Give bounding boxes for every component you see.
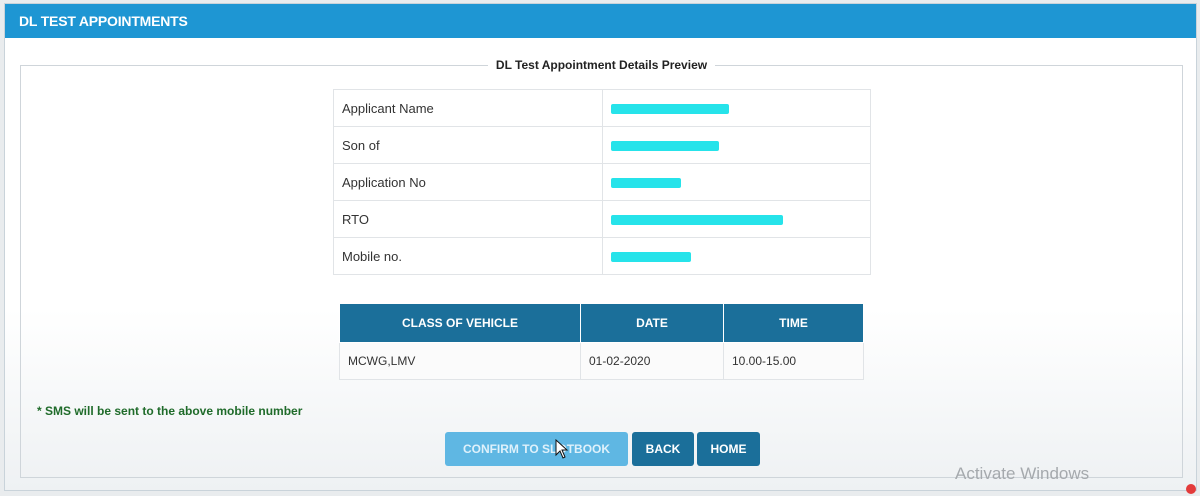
detail-label: Son of: [333, 126, 603, 164]
slot-table: CLASS OF VEHICLE DATE TIME MCWG,LMV 01-0…: [339, 303, 864, 380]
date-cell: 01-02-2020: [580, 342, 724, 380]
table-row: Application No: [333, 163, 871, 201]
detail-label: Application No: [333, 163, 603, 201]
panel-body: DL Test Appointment Details Preview Appl…: [5, 38, 1196, 490]
redacted-value: [611, 141, 719, 152]
sms-note: * SMS will be sent to the above mobile n…: [37, 404, 303, 418]
detail-value: [602, 200, 871, 238]
detail-value: [602, 126, 871, 164]
appointment-panel: DL TEST APPOINTMENTS DL Test Appointment…: [4, 3, 1197, 491]
activate-windows-watermark: Activate Windows: [955, 464, 1090, 483]
redacted-value: [611, 104, 729, 115]
home-button[interactable]: HOME: [697, 432, 760, 466]
back-button[interactable]: BACK: [632, 432, 694, 466]
redacted-value: [611, 215, 783, 226]
detail-label: RTO: [333, 200, 603, 238]
confirm-slotbook-button[interactable]: CONFIRM TO SLOTBOOK: [445, 432, 628, 466]
detail-value: [602, 163, 871, 201]
detail-label: Mobile no.: [333, 237, 603, 275]
record-icon: [1186, 484, 1196, 494]
column-header-date: DATE: [580, 303, 724, 343]
mouse-cursor-icon: [555, 439, 569, 459]
detail-value: [602, 89, 871, 127]
time-cell: 10.00-15.00: [723, 342, 864, 380]
column-header-class: CLASS OF VEHICLE: [339, 303, 581, 343]
detail-value: [602, 237, 871, 275]
redacted-value: [611, 252, 691, 263]
preview-legend: DL Test Appointment Details Preview: [495, 58, 708, 72]
table-row: Applicant Name: [333, 89, 871, 127]
redacted-value: [611, 178, 681, 189]
table-row: Son of: [333, 126, 871, 164]
panel-title: DL TEST APPOINTMENTS: [5, 4, 1196, 38]
column-header-time: TIME: [723, 303, 864, 343]
applicant-details-table: Applicant Name Son of Application No RTO…: [333, 89, 871, 275]
vehicle-class-cell: MCWG,LMV: [339, 342, 581, 380]
table-row: MCWG,LMV 01-02-2020 10.00-15.00: [339, 342, 864, 380]
table-header-row: CLASS OF VEHICLE DATE TIME: [339, 303, 864, 343]
table-row: RTO: [333, 200, 871, 238]
detail-label: Applicant Name: [333, 89, 603, 127]
table-row: Mobile no.: [333, 237, 871, 275]
